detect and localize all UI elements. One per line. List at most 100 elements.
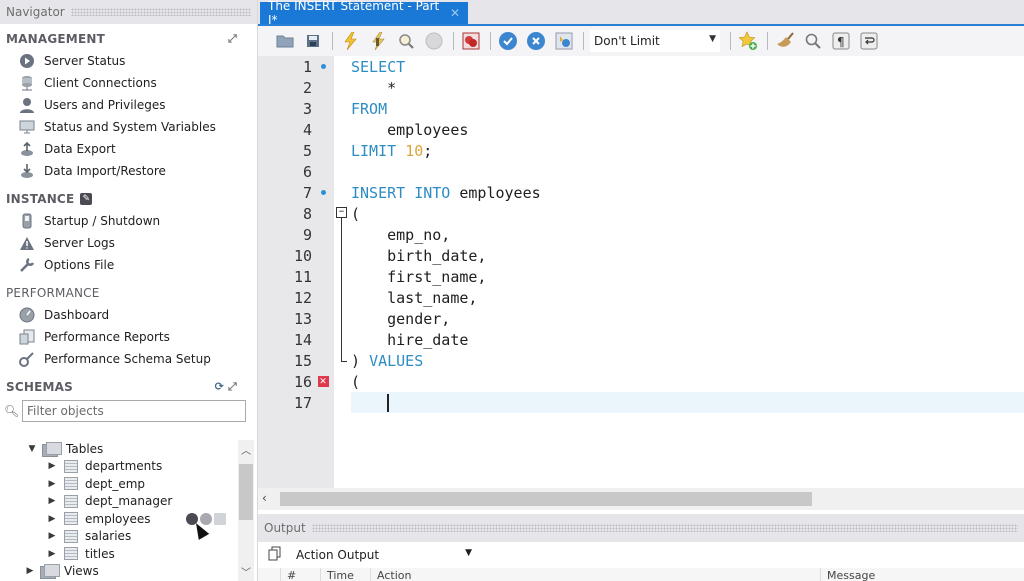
column-header-message[interactable]: Message xyxy=(820,568,1024,581)
expand-arrow-icon[interactable]: ▶ xyxy=(24,566,36,576)
tree-node-table[interactable]: ▶ salaries xyxy=(0,528,258,546)
scroll-down-icon[interactable]: ﹀ xyxy=(238,564,254,579)
management-section-title: MANAGEMENT ⤢ xyxy=(0,28,257,50)
expand-arrow-icon[interactable]: ▶ xyxy=(46,461,58,471)
code-line[interactable]: 6 xyxy=(258,161,1024,182)
nav-item-label: Options File xyxy=(44,258,115,272)
nav-item-users-and-privileges[interactable]: Users and Privileges xyxy=(0,94,257,116)
rollback-button[interactable] xyxy=(525,30,547,52)
code-line[interactable]: 13 gender, xyxy=(258,308,1024,329)
code-line[interactable]: 1 SELECT xyxy=(258,56,1024,77)
code-line[interactable]: 9 emp_no, xyxy=(258,224,1024,245)
word-wrap-button[interactable] xyxy=(858,30,880,52)
code-line[interactable]: 17 xyxy=(258,392,1024,413)
execute-current-button[interactable] xyxy=(367,30,389,52)
syntax-error-icon[interactable]: ✕ xyxy=(317,376,329,387)
scroll-left-icon[interactable]: ‹ xyxy=(262,491,267,505)
collapse-arrow-icon[interactable]: ▼ xyxy=(26,444,38,454)
limit-rows-select[interactable]: Don't Limit ▼ xyxy=(590,30,720,52)
nav-item-client-connections[interactable]: Client Connections xyxy=(0,72,257,94)
execute-all-button[interactable] xyxy=(339,30,361,52)
line-number: 10 xyxy=(293,246,312,265)
nav-item-data-import-restore[interactable]: Data Import/Restore xyxy=(0,160,257,182)
tree-node-table[interactable]: ▶ dept_emp xyxy=(0,475,258,493)
tree-scrollbar[interactable]: ︿ ﹀ xyxy=(238,440,254,581)
toolbar-separator xyxy=(453,32,454,50)
search-icon: 🔍︎ xyxy=(4,404,20,418)
toggle-error-stop-button[interactable] xyxy=(460,30,482,52)
code-token: last_name, xyxy=(351,288,478,307)
nav-item-options-file[interactable]: Options File xyxy=(0,254,257,276)
expand-icon[interactable]: ⤢ xyxy=(228,32,237,46)
refresh-icon[interactable]: ⟳ xyxy=(215,380,224,394)
expand-arrow-icon[interactable]: ▶ xyxy=(46,479,58,489)
scroll-up-icon[interactable]: ︿ xyxy=(238,442,254,457)
code-line[interactable]: 15) VALUES xyxy=(258,350,1024,371)
autocommit-toggle-button[interactable] xyxy=(553,30,575,52)
filter-objects-input[interactable] xyxy=(22,400,246,422)
code-line[interactable]: 7 INSERT INTO employees xyxy=(258,182,1024,203)
tree-node-views[interactable]: ▶ Views xyxy=(0,563,258,581)
panel-grip[interactable] xyxy=(311,524,1018,532)
add-snippet-button[interactable] xyxy=(737,30,759,52)
code-line[interactable]: 5 LIMIT 10; xyxy=(258,140,1024,161)
scrollbar-thumb[interactable] xyxy=(239,464,253,520)
expand-arrow-icon[interactable]: ▶ xyxy=(46,496,58,506)
dropdown-arrow-icon[interactable]: ▼ xyxy=(465,548,472,558)
code-line[interactable]: 11 first_name, xyxy=(258,266,1024,287)
table-data-icon[interactable] xyxy=(214,512,227,525)
code-line[interactable]: 10 birth_date, xyxy=(258,245,1024,266)
nav-item-startup-shutdown[interactable]: Startup / Shutdown xyxy=(0,210,257,232)
expand-arrow-icon[interactable]: ▶ xyxy=(46,549,58,559)
sql-editor[interactable]: 1 SELECT 2 * 3 FROM 4 employees 5 LIMIT 10; 6 7 IN… xyxy=(258,56,1024,488)
nav-item-performance-reports[interactable]: Performance Reports xyxy=(0,326,257,348)
fold-guide-end xyxy=(341,361,347,362)
tree-node-table[interactable]: ▶ employees xyxy=(0,510,258,528)
dropdown-arrow-icon[interactable]: ▼ xyxy=(709,34,716,44)
close-tab-icon[interactable]: ✕ xyxy=(450,6,460,20)
tree-node-table[interactable]: ▶ titles xyxy=(0,545,258,563)
limit-rows-value: Don't Limit xyxy=(594,34,660,48)
nav-item-server-logs[interactable]: Server Logs xyxy=(0,232,257,254)
toggle-invisibles-button[interactable]: ¶ xyxy=(830,30,852,52)
nav-item-dashboard[interactable]: Dashboard xyxy=(0,304,257,326)
editor-horizontal-scrollbar[interactable]: ‹ xyxy=(258,488,1024,510)
code-line[interactable]: 2 * xyxy=(258,77,1024,98)
nav-item-server-status[interactable]: Server Status xyxy=(0,50,257,72)
column-header-number[interactable]: # xyxy=(280,568,320,581)
expand-arrow-icon[interactable]: ▶ xyxy=(46,531,58,541)
copy-icon[interactable] xyxy=(268,546,282,565)
scrollbar-thumb[interactable] xyxy=(280,492,812,506)
nav-item-performance-schema-setup[interactable]: Performance Schema Setup xyxy=(0,348,257,370)
nav-item-label: Data Export xyxy=(44,142,116,156)
expand-arrow-icon[interactable]: ▶ xyxy=(46,514,58,524)
code-line[interactable]: 12 last_name, xyxy=(258,287,1024,308)
code-line[interactable]: 4 employees xyxy=(258,119,1024,140)
stop-button[interactable] xyxy=(423,30,445,52)
fold-toggle-icon[interactable]: − xyxy=(336,207,347,218)
code-line[interactable]: 3 FROM xyxy=(258,98,1024,119)
tab-insert-statement[interactable]: The INSERT Statement - Part I* ✕ xyxy=(260,0,468,27)
code-lines[interactable]: 1 SELECT 2 * 3 FROM 4 employees 5 LIMIT 10; 6 7 IN… xyxy=(258,56,1024,413)
tree-node-tables[interactable]: ▼ Tables xyxy=(0,440,258,458)
beautify-button[interactable] xyxy=(774,30,796,52)
tree-node-table[interactable]: ▶ dept_manager xyxy=(0,493,258,511)
output-type-select[interactable]: Action Output ▼ xyxy=(288,544,478,566)
open-file-button[interactable] xyxy=(274,30,296,52)
column-header-time[interactable]: Time xyxy=(320,568,370,581)
nav-item-status-and-system-variables[interactable]: Status and System Variables xyxy=(0,116,257,138)
commit-button[interactable] xyxy=(497,30,519,52)
panel-grip[interactable] xyxy=(70,8,251,16)
tree-node-table[interactable]: ▶ departments xyxy=(0,458,258,476)
column-header-action[interactable]: Action xyxy=(370,568,820,581)
save-button[interactable] xyxy=(302,30,324,52)
nav-item-data-export[interactable]: Data Export xyxy=(0,138,257,160)
expand-icon[interactable]: ⤢ xyxy=(228,380,237,394)
code-line[interactable]: 8( xyxy=(258,203,1024,224)
text-caret xyxy=(387,393,389,412)
code-line[interactable]: 14 hire_date xyxy=(258,329,1024,350)
explain-button[interactable] xyxy=(395,30,417,52)
find-button[interactable] xyxy=(802,30,824,52)
code-line[interactable]: 16 ✕ ( xyxy=(258,371,1024,392)
lightning-cursor-icon xyxy=(372,32,385,50)
